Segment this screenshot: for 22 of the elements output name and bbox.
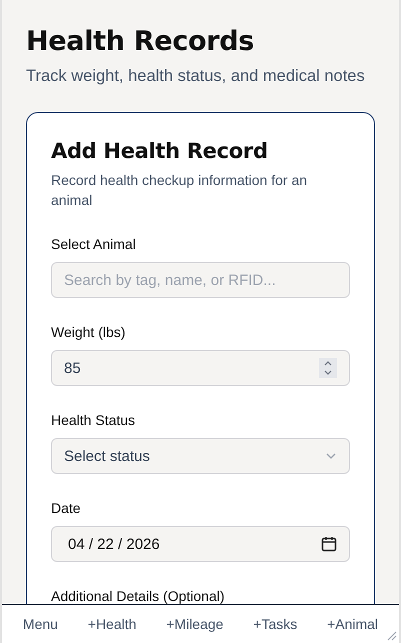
nav-link[interactable]: +Mileage — [164, 612, 226, 636]
stepper-icon[interactable] — [319, 358, 337, 378]
number-field[interactable]: 85 — [51, 350, 350, 386]
card-description: Record health checkup information for an animal — [51, 171, 308, 210]
field-label: Additional Details (Optional) — [51, 587, 225, 606]
field-label: Weight (lbs) — [51, 323, 126, 342]
field-label: Health Status — [51, 411, 136, 430]
nav-link[interactable]: +Tasks — [251, 612, 300, 636]
field-label: Date — [51, 499, 81, 518]
resize-grip-icon — [385, 629, 397, 641]
page-title: Health Records — [26, 25, 256, 59]
date-field[interactable]: 04 / 22 / 2026 — [51, 526, 350, 562]
card-title: Add Health Record — [51, 138, 269, 165]
nav-link[interactable]: +Animal — [325, 612, 380, 636]
calendar-icon[interactable] — [321, 536, 337, 552]
nav-link[interactable]: Menu — [20, 612, 60, 636]
page-subtitle: Track weight, health status, and medical notes — [26, 66, 366, 87]
chevron-down-icon — [325, 452, 337, 460]
nav-link[interactable]: +Health — [86, 612, 138, 636]
field-label: Select Animal — [51, 235, 136, 254]
search-field[interactable]: Search by tag, name, or RFID... — [51, 262, 350, 298]
status-dropdown[interactable]: Select status — [51, 438, 350, 474]
